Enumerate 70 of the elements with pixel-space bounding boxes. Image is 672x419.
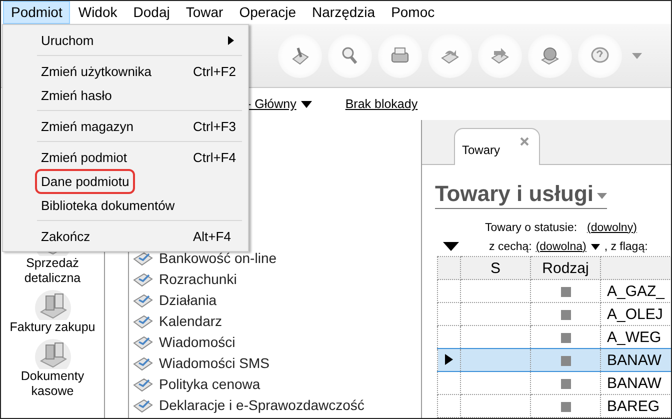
toolbar-button[interactable] [478, 34, 522, 78]
sidebar-item[interactable]: Dokumenty kasowe [2, 369, 102, 399]
filter-label: z cechą: [489, 240, 532, 252]
caret-icon[interactable] [443, 242, 459, 251]
tray-icon [133, 354, 153, 370]
tray-icon [133, 250, 153, 266]
nav-item[interactable]: Działania [159, 292, 217, 308]
toolbar-button[interactable] [378, 34, 422, 78]
menu-item[interactable]: Podmiot [3, 1, 70, 24]
caret-icon [301, 100, 312, 108]
tray-icon [133, 312, 153, 328]
filter-link[interactable]: (dowolny) [587, 222, 637, 234]
nav-item[interactable]: Rozrachunki [159, 270, 237, 286]
nav-item[interactable]: Bankowość on-line [159, 250, 277, 266]
filter-link[interactable]: (dowolna) [536, 240, 600, 252]
toolbar-button[interactable] [278, 34, 322, 78]
sidebar-item[interactable]: Faktury zakupu [2, 320, 102, 335]
menu-item[interactable]: Widok [70, 1, 126, 24]
menu-item[interactable]: Zakończ Alt+F4 [5, 224, 246, 248]
tray-icon [133, 334, 153, 350]
nav-item[interactable]: Deklaracje i e-Sprawozdawczość [159, 396, 364, 412]
menu-item[interactable]: Dodaj [125, 1, 178, 24]
nav-item[interactable]: Wiadomości [159, 334, 236, 350]
panel-title[interactable]: Towary i usługi [435, 181, 607, 209]
tray-icon [133, 270, 153, 286]
table-cell: A_OLEJ [607, 306, 663, 322]
nav-item[interactable]: Polityka cenowa [159, 376, 260, 392]
caret-icon [596, 193, 607, 199]
menu-item[interactable]: Zmień użytkownika Ctrl+F2 [5, 59, 246, 83]
type-marker [560, 332, 570, 343]
filter-label: , z flagą: [604, 240, 648, 252]
type-marker [560, 310, 570, 320]
nav-item[interactable]: Wiadomości SMS [159, 354, 270, 370]
table-cell: BANAW [607, 374, 662, 392]
table-cell: A_WEG [607, 328, 662, 346]
menu-item[interactable]: Zmień magazyn Ctrl+F3 [5, 114, 246, 138]
toolbar-button[interactable] [428, 34, 472, 78]
menu-item[interactable]: Dane podmiotu [5, 169, 246, 193]
caret-icon [591, 244, 600, 250]
table-cell: BAREG [607, 398, 660, 414]
column-header[interactable]: Rodzaj [530, 256, 600, 280]
type-marker [560, 286, 570, 297]
menu-item[interactable]: Zmień hasło [5, 83, 246, 107]
tray-icon [133, 292, 153, 308]
menu-item[interactable]: Narzędzia [304, 1, 384, 24]
toolbar-button[interactable] [328, 34, 372, 78]
menu-item[interactable]: Pomoc [383, 1, 443, 24]
menu-item[interactable]: Towar [178, 1, 232, 24]
menu-item[interactable]: Biblioteka dokumentów [5, 193, 246, 217]
menu-item[interactable]: Operacje [231, 1, 304, 24]
toolbar-button[interactable] [528, 34, 572, 78]
lock-link[interactable]: Brak blokady [345, 97, 418, 111]
tab[interactable]: Towary [454, 128, 540, 165]
type-marker [560, 402, 570, 412]
type-marker [560, 378, 570, 389]
nav-item[interactable]: Kalendarz [159, 312, 222, 328]
column-header[interactable]: S [460, 256, 530, 280]
filter-label: Towary o statusie: [485, 222, 578, 234]
sidebar-item[interactable]: Sprzedaż detaliczna [2, 256, 102, 286]
tray-icon [133, 376, 153, 392]
menu-item[interactable]: Zmień podmiot Ctrl+F4 [5, 145, 246, 169]
table-cell: A_GAZ_ [607, 282, 665, 300]
tray-icon [133, 396, 153, 412]
globe-icon [539, 44, 561, 66]
table-cell: BANAW [607, 352, 662, 368]
type-marker [560, 356, 570, 366]
close-icon[interactable] [520, 137, 529, 146]
row-pointer-icon [445, 354, 453, 364]
menu-item[interactable]: Uruchom [5, 28, 246, 52]
toolbar-button[interactable] [578, 34, 622, 78]
